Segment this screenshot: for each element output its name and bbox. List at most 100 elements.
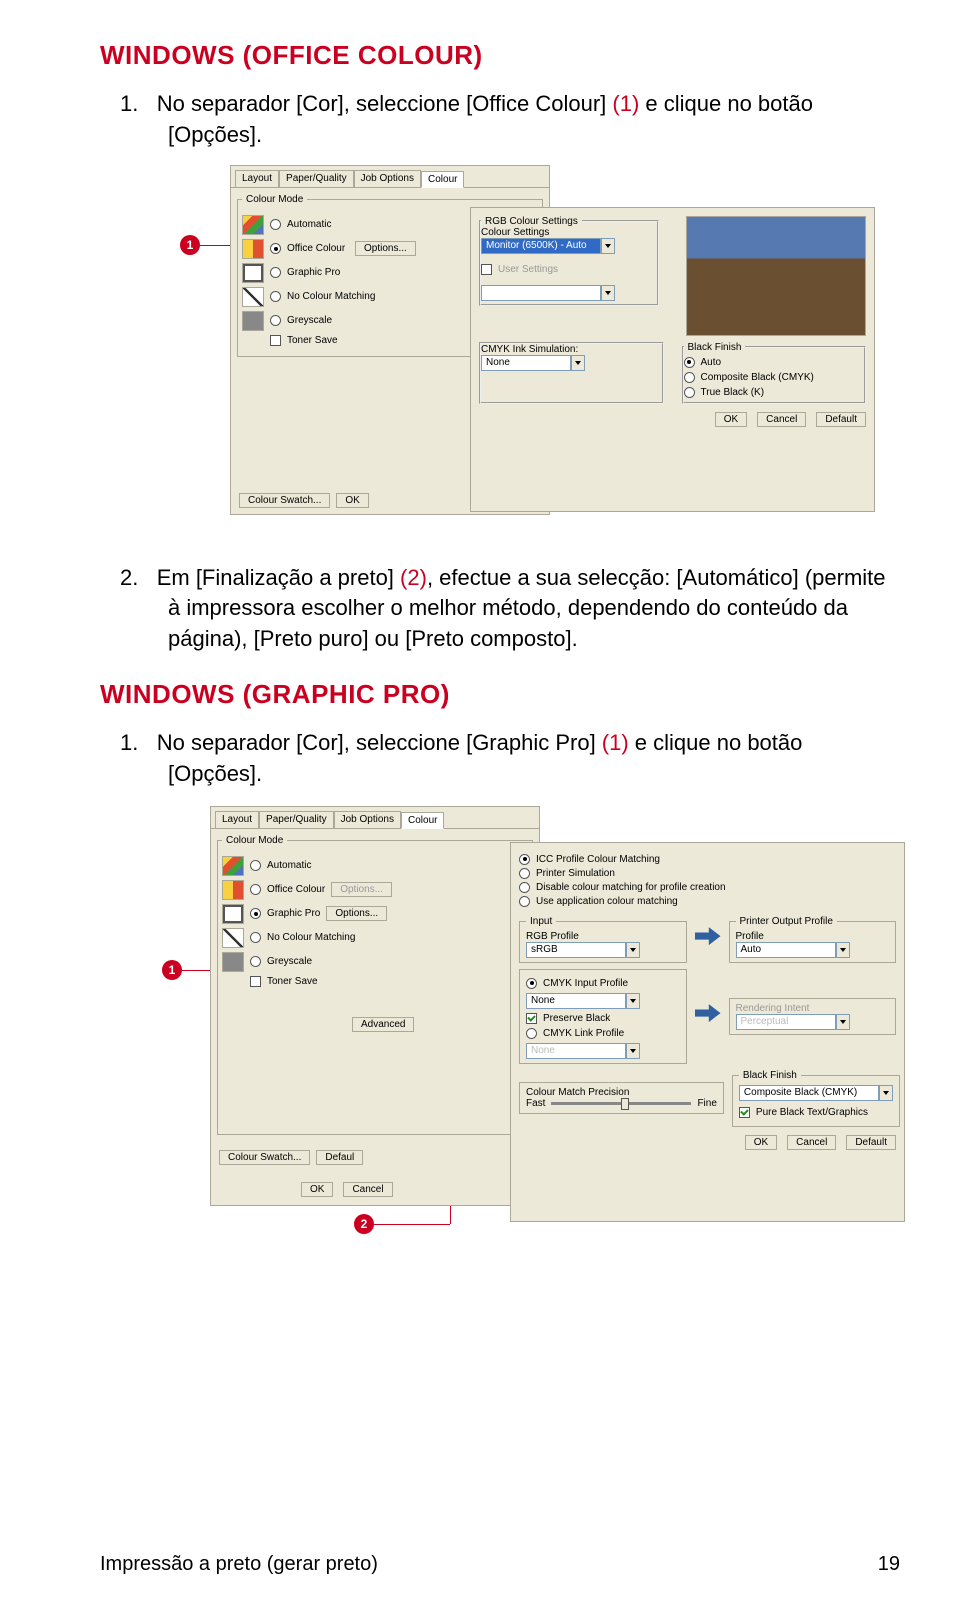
rendering-fieldset: Rendering Intent Perceptual: [729, 998, 897, 1035]
dropdown-cmykin[interactable]: None: [526, 993, 640, 1009]
lbl-preserve: Preserve Black: [543, 1013, 610, 1024]
graphic-pro-options-dialog: ICC Profile Colour Matching Printer Simu…: [510, 842, 905, 1222]
options-button-office[interactable]: Options...: [355, 241, 416, 256]
chevron-down-icon: [571, 355, 585, 371]
lbl-app: Use application colour matching: [536, 896, 678, 907]
radio-gpro-2[interactable]: [250, 908, 261, 919]
chk-toner[interactable]: [270, 335, 281, 346]
cmyk-in-fieldset: CMYK Input Profile None Preserve Black C…: [519, 969, 687, 1064]
radio-icc[interactable]: [519, 854, 530, 865]
dropdown-cmyklink: None: [526, 1043, 640, 1059]
chk-pureblack[interactable]: [739, 1107, 750, 1118]
dropdown-cmyk[interactable]: None: [481, 355, 585, 371]
colour-swatch-button-2[interactable]: Colour Swatch...: [219, 1150, 310, 1165]
ok-a-button[interactable]: OK: [336, 493, 368, 508]
lbl-cmyk: CMYK Ink Simulation:: [481, 344, 662, 355]
office-colour-options-dialog: RGB Colour Settings Colour Settings Moni…: [470, 207, 875, 512]
render-val: Perceptual: [736, 1014, 836, 1030]
lbl-toner-2: Toner Save: [267, 976, 318, 987]
legend2: Colour Mode: [222, 835, 287, 846]
ok-d-button[interactable]: OK: [745, 1135, 777, 1150]
bf-val: Composite Black (CMYK): [739, 1085, 879, 1101]
advanced-button[interactable]: Advanced: [352, 1017, 414, 1032]
tab-paper[interactable]: Paper/Quality: [279, 170, 354, 187]
radio-app[interactable]: [519, 896, 530, 907]
tab-layout-2[interactable]: Layout: [215, 811, 259, 828]
dropdown-render: Perceptual: [736, 1014, 850, 1030]
tab-colour-2[interactable]: Colour: [401, 812, 444, 829]
radio-nomatch[interactable]: [270, 291, 281, 302]
radio-office-2[interactable]: [250, 884, 261, 895]
tab-colour[interactable]: Colour: [421, 171, 464, 188]
radio-bf-auto[interactable]: [684, 357, 695, 368]
swatch-gpro-icon: [242, 263, 264, 283]
num: 2.: [120, 565, 138, 590]
radio-grey[interactable]: [270, 315, 281, 326]
section-title-gpro: WINDOWS (GRAPHIC PRO): [100, 679, 900, 710]
radio-cmykin[interactable]: [526, 978, 537, 989]
default-d-button[interactable]: Default: [846, 1135, 896, 1150]
tab-layout[interactable]: Layout: [235, 170, 279, 187]
chevron-down-icon: [836, 942, 850, 958]
dropdown-rgb[interactable]: sRGB: [526, 942, 640, 958]
marker-line-2b1: [374, 1224, 450, 1225]
dropdown-cs[interactable]: Monitor (6500K) - Auto: [481, 238, 615, 254]
radio-bf-true[interactable]: [684, 387, 695, 398]
radio-office[interactable]: [270, 243, 281, 254]
default-b-button[interactable]: Default: [816, 412, 866, 427]
t: No separador [Cor], seleccione [Graphic …: [157, 730, 602, 755]
cancel-b-button[interactable]: Cancel: [757, 412, 806, 427]
page-footer: Impressão a preto (gerar preto) 19: [100, 1553, 900, 1576]
lbl-office: Office Colour: [287, 243, 349, 254]
step-2a: 1. No separador [Cor], seleccione [Graph…: [120, 728, 900, 790]
chk-preserve[interactable]: [526, 1013, 537, 1024]
rgb-legend: RGB Colour Settings: [481, 216, 582, 227]
options-button-gpro[interactable]: Options...: [326, 906, 387, 921]
arrow-icon: [695, 1004, 721, 1022]
marker-1b: 1: [162, 960, 182, 980]
lbl-nomatch: No Colour Matching: [287, 291, 375, 302]
dropdown-bf[interactable]: Composite Black (CMYK): [739, 1085, 893, 1101]
footer-page: 19: [878, 1553, 900, 1576]
lbl-auto-2: Automatic: [267, 860, 311, 871]
swatch-grey-icon: [242, 311, 264, 331]
radio-dis[interactable]: [519, 882, 530, 893]
lbl-cmykin: CMYK Input Profile: [543, 978, 628, 989]
slider[interactable]: [551, 1102, 691, 1105]
swatch-office-icon: [242, 239, 264, 259]
cancel-c-button[interactable]: Cancel: [343, 1182, 392, 1197]
radio-bf-comp[interactable]: [684, 372, 695, 383]
chk-toner-2[interactable]: [250, 976, 261, 987]
tab-job[interactable]: Job Options: [354, 170, 421, 187]
output-legend: Printer Output Profile: [736, 916, 837, 927]
input-fieldset: Input RGB Profile sRGB: [519, 916, 687, 963]
lbl-cmyklink: CMYK Link Profile: [543, 1028, 624, 1039]
screenshot-2: 1 2 Layout Paper/Quality Job Options Col…: [100, 806, 900, 1236]
chk-user[interactable]: [481, 264, 492, 275]
radio-cmyklink[interactable]: [526, 1028, 537, 1039]
radio-auto-2[interactable]: [250, 860, 261, 871]
bf-fieldset-d: Black Finish Composite Black (CMYK) Pure…: [732, 1070, 900, 1127]
radio-auto[interactable]: [270, 219, 281, 230]
cmyk-val: None: [481, 355, 571, 371]
cancel-d-button[interactable]: Cancel: [787, 1135, 836, 1150]
cmykin-val: None: [526, 993, 626, 1009]
tab-paper-2[interactable]: Paper/Quality: [259, 811, 334, 828]
screenshot-1: 1 2 Layout Paper/Quality Job Options Col…: [100, 165, 900, 535]
legend: Colour Mode: [242, 194, 307, 205]
radio-psim[interactable]: [519, 868, 530, 879]
options-button-office-2: Options...: [331, 882, 392, 897]
colour-swatch-button[interactable]: Colour Swatch...: [239, 493, 330, 508]
ok-c-button[interactable]: OK: [301, 1182, 333, 1197]
radio-gpro[interactable]: [270, 267, 281, 278]
ref: (2): [400, 565, 427, 590]
lbl-icc: ICC Profile Colour Matching: [536, 854, 660, 865]
bf-legend: Black Finish: [684, 342, 746, 353]
defaul-button[interactable]: Defaul: [316, 1150, 363, 1165]
radio-nomatch-2[interactable]: [250, 932, 261, 943]
ok-b-button[interactable]: OK: [715, 412, 747, 427]
lbl-nomatch-2: No Colour Matching: [267, 932, 355, 943]
tab-job-2[interactable]: Job Options: [334, 811, 401, 828]
radio-grey-2[interactable]: [250, 956, 261, 967]
dropdown-out[interactable]: Auto: [736, 942, 850, 958]
